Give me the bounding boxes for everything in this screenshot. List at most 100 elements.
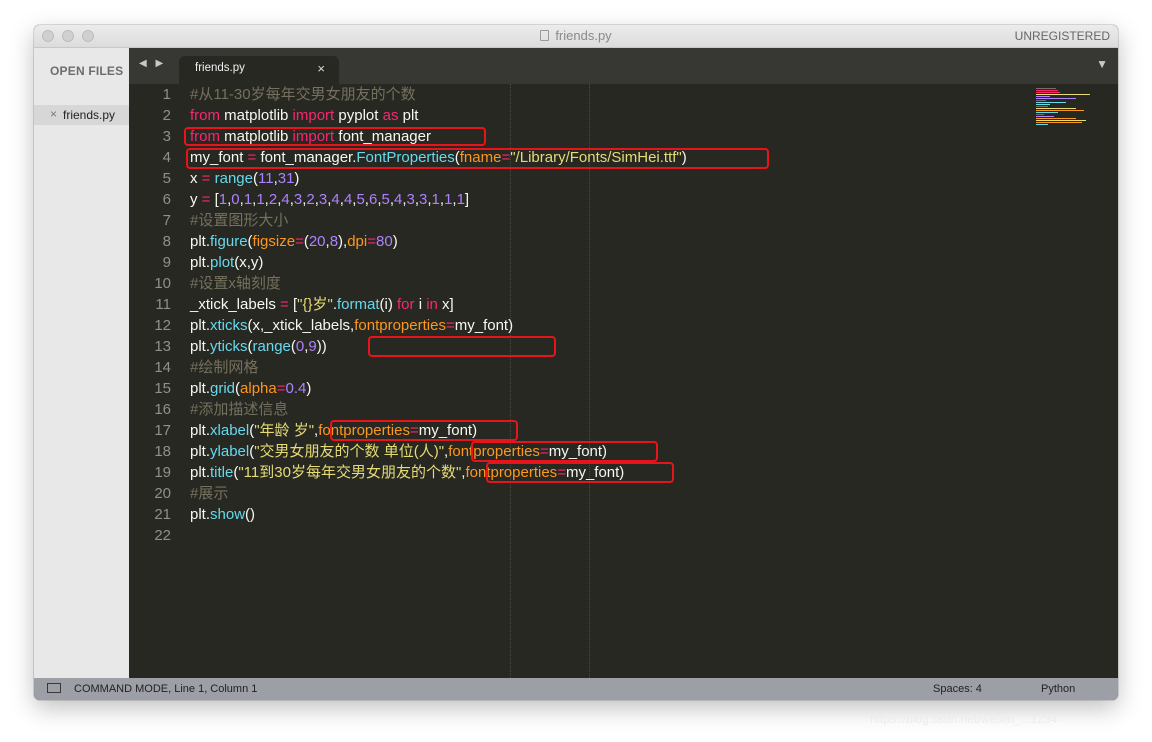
code-editor[interactable]: 1 #从11-30岁每年交男女朋友的个数 2 from matplotlib impo… xyxy=(129,84,1118,678)
code-token: "{}岁" xyxy=(297,296,333,313)
code-token: fontproperties xyxy=(354,317,446,334)
code-token: = xyxy=(280,296,289,313)
code-token: plt. xyxy=(190,506,211,523)
panel-toggle-icon[interactable] xyxy=(47,683,61,693)
code-text: from matplotlib import pyplot as plt xyxy=(190,105,418,126)
code-token: alpha xyxy=(240,380,277,397)
code-token: plt. xyxy=(190,254,211,271)
line-number: 13 xyxy=(154,338,171,355)
code-token: "11到30岁每年交男女朋友的个数" xyxy=(238,464,462,481)
line-number: 18 xyxy=(154,443,171,460)
syntax-setting[interactable]: Python xyxy=(1041,683,1075,695)
code-token: _xtick_labels xyxy=(190,296,281,313)
code-line[interactable]: 14 #绘制网格 xyxy=(129,357,1029,378)
code-text: plt.figure(figsize=(20,8),dpi=80) xyxy=(190,231,398,252)
code-token: 1 xyxy=(243,191,253,208)
line-number: 3 xyxy=(162,128,171,145)
code-line[interactable]: 6 y = [1,0,1,1,2,4,3,2,3,4,4,5,6,5,4,3,3,… xyxy=(129,189,1029,210)
code-token: "年龄 岁" xyxy=(254,422,315,439)
code-token: 0 xyxy=(231,191,240,208)
code-text: #从11-30岁每年交男女朋友的个数 xyxy=(190,84,416,105)
code-token: #从11-30岁每年交男女朋友的个数 xyxy=(190,86,416,103)
tab-menu-chevron-icon[interactable]: ▼ xyxy=(1096,57,1108,71)
code-token: yticks xyxy=(210,338,248,355)
code-line[interactable]: 12 plt.xticks(x,_xtick_labels,fontpropert… xyxy=(129,315,1029,336)
code-token: = xyxy=(445,317,455,334)
code-token: 0.4 xyxy=(285,380,307,397)
code-line[interactable]: 8 plt.figure(figsize=(20,8),dpi=80) xyxy=(129,231,1029,252)
code-line[interactable]: 9 plt.plot(x,y) xyxy=(129,252,1029,273)
code-line[interactable]: 1 #从11-30岁每年交男女朋友的个数 xyxy=(129,84,1029,105)
code-token: i xyxy=(414,296,427,313)
sidebar-file-item[interactable]: × friends.py xyxy=(34,105,129,125)
code-token: 1 xyxy=(431,191,440,208)
code-text: #添加描述信息 xyxy=(190,399,288,420)
code-line[interactable]: 22 xyxy=(129,525,1029,546)
highlight-box-my-font xyxy=(186,148,769,169)
tab-friends-py[interactable]: friends.py × xyxy=(179,56,339,84)
highlight-box-xticks xyxy=(368,336,556,357)
code-token: 9 xyxy=(308,338,317,355)
code-token: #设置x轴刻度 xyxy=(190,275,281,292)
highlight-box-title xyxy=(486,462,674,483)
code-token: plt xyxy=(398,107,419,124)
code-line[interactable]: 5 x = range(11,31) xyxy=(129,168,1029,189)
code-token: = xyxy=(295,233,304,250)
code-line[interactable]: 10 #设置x轴刻度 xyxy=(129,273,1029,294)
line-number: 16 xyxy=(154,401,171,418)
line-number: 12 xyxy=(154,317,171,334)
status-mode-text: COMMAND MODE, Line 1, Column 1 xyxy=(74,683,258,695)
code-line[interactable]: 17 plt.xlabel("年龄 岁",fontproperties=my_fo… xyxy=(129,420,1029,441)
code-token: = xyxy=(367,233,377,250)
code-token: plt. xyxy=(190,422,211,439)
code-text: y = [1,0,1,1,2,4,3,2,3,4,4,5,6,5,4,3,3,1… xyxy=(190,189,469,210)
code-token: ylabel xyxy=(210,443,250,460)
code-token: plt. xyxy=(190,464,211,481)
code-token: 11 xyxy=(257,170,274,187)
line-number: 1 xyxy=(162,86,171,103)
code-token: 1 xyxy=(218,191,228,208)
open-files-heading: OPEN FILES xyxy=(50,64,124,78)
code-token: plt. xyxy=(190,338,211,355)
code-line[interactable]: 7 #设置图形大小 xyxy=(129,210,1029,231)
status-bar: COMMAND MODE, Line 1, Column 1 Spaces: 4… xyxy=(34,678,1118,700)
code-line[interactable]: 15 plt.grid(alpha=0.4) xyxy=(129,378,1029,399)
minimap[interactable] xyxy=(1036,88,1090,126)
code-token: plt. xyxy=(190,380,211,397)
code-token: plot xyxy=(210,254,235,271)
line-number: 14 xyxy=(154,359,171,376)
line-number: 2 xyxy=(162,107,171,124)
tab-close-icon[interactable]: × xyxy=(317,61,325,76)
code-text: plt.yticks(range(0,9)) xyxy=(190,336,327,357)
code-line[interactable]: 16 #添加描述信息 xyxy=(129,399,1029,420)
code-token: 2 xyxy=(268,191,278,208)
code-line[interactable]: 20 #展示 xyxy=(129,483,1029,504)
code-token: 3 xyxy=(318,191,328,208)
close-file-icon[interactable]: × xyxy=(50,107,57,121)
code-token: x] xyxy=(437,296,454,313)
code-line[interactable]: 21 plt.show() xyxy=(129,504,1029,525)
line-number: 8 xyxy=(162,233,171,250)
tab-nav-arrows-icon[interactable]: ◀ ▶ xyxy=(139,58,166,69)
code-token: 5 xyxy=(356,191,365,208)
code-token: xlabel xyxy=(210,422,250,439)
code-token: x xyxy=(190,170,202,187)
code-token: [ xyxy=(210,191,219,208)
code-token: figure xyxy=(210,233,248,250)
code-line[interactable]: 13 plt.yticks(range(0,9)) xyxy=(129,336,1029,357)
code-token: 3 xyxy=(406,191,415,208)
indentation-setting[interactable]: Spaces: 4 xyxy=(933,683,982,695)
line-number: 15 xyxy=(154,380,171,397)
code-text: plt.show() xyxy=(190,504,255,525)
code-text: plt.plot(x,y) xyxy=(190,252,263,273)
code-token: ] xyxy=(464,191,470,208)
code-token: 20 xyxy=(308,233,326,250)
code-token: title xyxy=(210,464,234,481)
code-token: ) xyxy=(294,170,300,187)
code-token: "交男女朋友的个数 单位(人)" xyxy=(254,443,445,460)
code-token: matplotlib xyxy=(220,107,293,124)
code-line[interactable]: 2 from matplotlib import pyplot as plt xyxy=(129,105,1029,126)
code-token: figsize xyxy=(252,233,296,250)
code-line[interactable]: 11 _xtick_labels = ["{}岁".format(i) for i… xyxy=(129,294,1029,315)
code-token: (x,_xtick_labels, xyxy=(247,317,355,334)
